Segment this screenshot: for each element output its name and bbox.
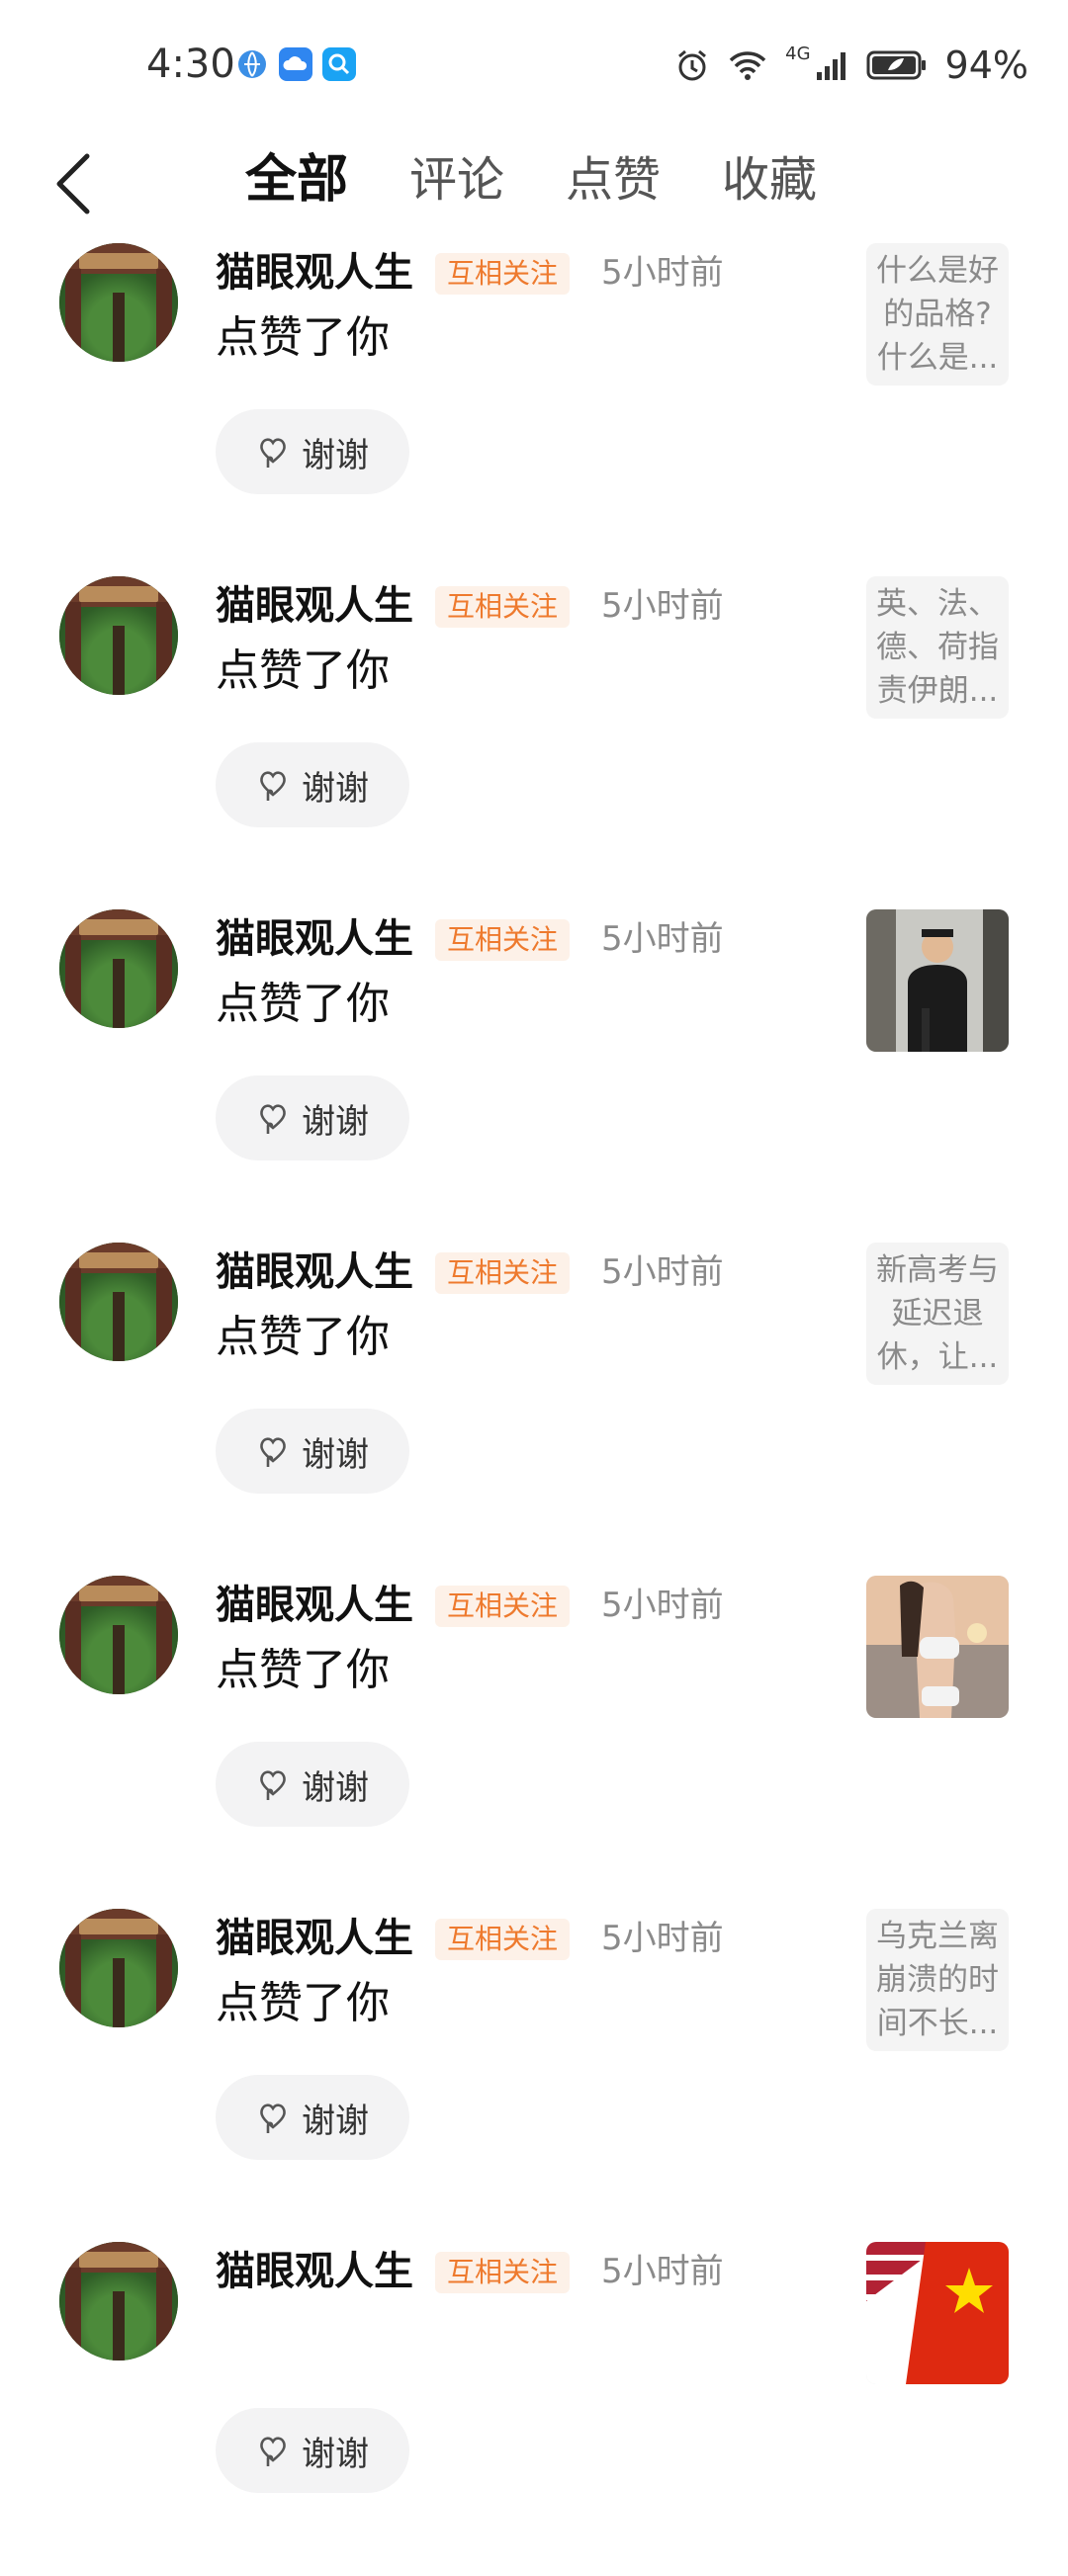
mutual-follow-badge: 互相关注	[435, 1919, 571, 1960]
alarm-icon	[678, 49, 707, 81]
top-nav: 全部 评论 点赞 收藏	[0, 129, 1068, 237]
thanks-button[interactable]: 谢谢	[216, 742, 409, 827]
status-bar: 4:30 4G 94%	[0, 0, 1068, 129]
heart-hand-icon	[260, 1770, 286, 1800]
post-thumbnail[interactable]: 英、法、德、荷指责伊朗...	[866, 576, 1009, 719]
thanks-button[interactable]: 谢谢	[216, 2075, 409, 2160]
tab-all[interactable]: 全部	[245, 140, 348, 219]
thanks-label: 谢谢	[302, 2434, 369, 2474]
thumbnail-text: 什么是好的品格?什么是...	[876, 253, 999, 376]
status-time: 4:30	[146, 42, 235, 87]
flags-photo-image	[866, 2242, 1009, 2384]
mutual-follow-badge: 互相关注	[435, 253, 571, 295]
mutual-follow-badge: 互相关注	[435, 1252, 571, 1294]
list-item[interactable]: 猫眼观人生 互相关注 5小时前 点赞了你 谢谢 英、法、德、荷指责伊朗...	[0, 576, 1068, 910]
post-thumbnail[interactable]: 乌克兰离崩溃的时间不长...	[866, 1909, 1009, 2051]
thanks-button[interactable]: 谢谢	[216, 2408, 409, 2493]
timestamp: 5小时前	[601, 1252, 724, 1292]
beach-photo-image	[866, 1576, 1009, 1718]
tab-bar: 全部 评论 点赞 收藏	[245, 140, 817, 219]
user-name[interactable]: 猫眼观人生	[216, 1909, 413, 1968]
avatar[interactable]	[59, 909, 178, 1028]
action-text: 点赞了你	[216, 1978, 390, 2028]
chevron-left-icon	[56, 153, 90, 215]
status-right: 4G 94%	[674, 43, 1028, 87]
avatar[interactable]	[59, 2242, 178, 2361]
heart-hand-icon	[260, 438, 286, 468]
list-item[interactable]: 猫眼观人生 互相关注 5小时前 谢谢	[0, 2242, 1068, 2576]
network-label: 4G	[785, 43, 811, 64]
thumbnail-text: 新高考与延迟退休，让...	[876, 1252, 999, 1375]
thanks-button[interactable]: 谢谢	[216, 1409, 409, 1494]
tab-favorites[interactable]: 收藏	[722, 140, 817, 219]
battery-icon	[866, 50, 926, 80]
battery-percent: 94%	[944, 43, 1028, 87]
user-name[interactable]: 猫眼观人生	[216, 909, 413, 969]
thanks-label: 谢谢	[302, 768, 369, 809]
thanks-label: 谢谢	[302, 2101, 369, 2141]
timestamp: 5小时前	[601, 253, 724, 293]
heart-hand-icon	[260, 1104, 286, 1134]
thanks-label: 谢谢	[302, 1767, 369, 1808]
post-thumbnail[interactable]: 新高考与延迟退休，让...	[866, 1243, 1009, 1385]
timestamp: 5小时前	[601, 919, 724, 959]
back-button[interactable]	[49, 144, 99, 223]
cloud-app-icon	[279, 47, 312, 81]
thumbnail-text: 英、法、德、荷指责伊朗...	[876, 586, 999, 709]
list-item[interactable]: 猫眼观人生 互相关注 5小时前 点赞了你 谢谢 什么是好的品格?什么是...	[0, 243, 1068, 577]
thanks-label: 谢谢	[302, 435, 369, 475]
mutual-follow-badge: 互相关注	[435, 1586, 571, 1627]
timestamp: 5小时前	[601, 1586, 724, 1625]
avatar[interactable]	[59, 243, 178, 362]
heart-hand-icon	[260, 1437, 286, 1467]
tab-likes[interactable]: 点赞	[566, 140, 661, 219]
thanks-button[interactable]: 谢谢	[216, 1742, 409, 1827]
avatar[interactable]	[59, 1243, 178, 1361]
action-text: 点赞了你	[216, 979, 390, 1029]
man-photo-image	[866, 909, 1009, 1052]
avatar[interactable]	[59, 1909, 178, 2027]
wifi-icon	[729, 51, 766, 80]
user-name[interactable]: 猫眼观人生	[216, 243, 413, 302]
user-name[interactable]: 猫眼观人生	[216, 2242, 413, 2301]
user-name[interactable]: 猫眼观人生	[216, 576, 413, 636]
action-text: 点赞了你	[216, 1645, 390, 1695]
list-item[interactable]: 猫眼观人生 互相关注 5小时前 点赞了你 谢谢 新高考与延迟退休，让...	[0, 1243, 1068, 1577]
heart-hand-icon	[260, 2437, 286, 2466]
timestamp: 5小时前	[601, 1919, 724, 1958]
timestamp: 5小时前	[601, 586, 724, 626]
search-app-icon	[322, 47, 356, 81]
post-thumbnail[interactable]: 什么是好的品格?什么是...	[866, 243, 1009, 386]
avatar[interactable]	[59, 576, 178, 695]
timestamp: 5小时前	[601, 2252, 724, 2291]
user-name[interactable]: 猫眼观人生	[216, 1576, 413, 1635]
list-item[interactable]: 猫眼观人生 互相关注 5小时前 点赞了你 谢谢	[0, 909, 1068, 1244]
mutual-follow-badge: 互相关注	[435, 586, 571, 628]
post-thumbnail[interactable]	[866, 1576, 1009, 1718]
thanks-button[interactable]: 谢谢	[216, 409, 409, 494]
action-text: 点赞了你	[216, 312, 390, 363]
signal-icon	[816, 52, 846, 80]
post-thumbnail[interactable]	[866, 2242, 1009, 2384]
thanks-label: 谢谢	[302, 1101, 369, 1142]
user-name[interactable]: 猫眼观人生	[216, 1243, 413, 1302]
action-text: 点赞了你	[216, 1312, 390, 1362]
avatar[interactable]	[59, 1576, 178, 1694]
heart-hand-icon	[260, 771, 286, 801]
thumbnail-text: 乌克兰离崩溃的时间不长...	[876, 1919, 999, 2041]
mutual-follow-badge: 互相关注	[435, 2252, 571, 2293]
thanks-button[interactable]: 谢谢	[216, 1075, 409, 1160]
action-text: 点赞了你	[216, 645, 390, 696]
list-item[interactable]: 猫眼观人生 互相关注 5小时前 点赞了你 谢谢 乌克兰离崩溃的时间不长...	[0, 1909, 1068, 2243]
mutual-follow-badge: 互相关注	[435, 919, 571, 961]
post-thumbnail[interactable]	[866, 909, 1009, 1052]
thanks-label: 谢谢	[302, 1434, 369, 1475]
tab-comments[interactable]: 评论	[409, 140, 504, 219]
heart-hand-icon	[260, 2104, 286, 2133]
list-item[interactable]: 猫眼观人生 互相关注 5小时前 点赞了你 谢谢	[0, 1576, 1068, 1910]
app-notification-icon	[235, 47, 269, 81]
